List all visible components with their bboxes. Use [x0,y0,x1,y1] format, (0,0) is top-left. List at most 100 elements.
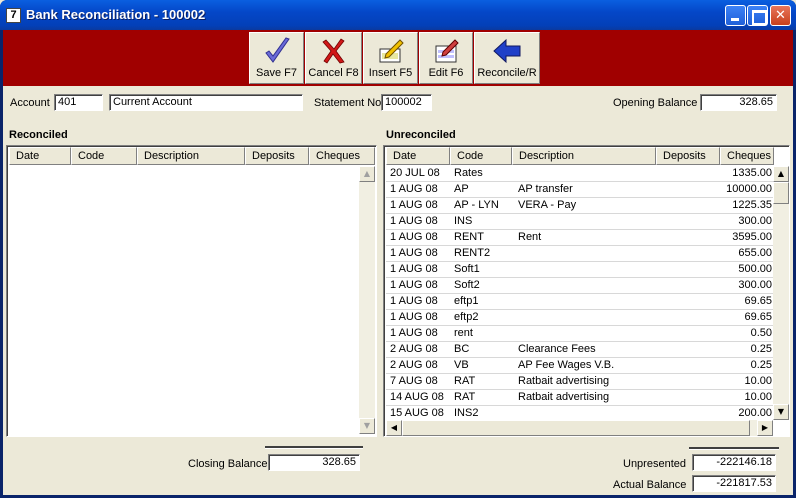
opening-balance-field[interactable]: 328.65 [700,94,777,111]
unreconciled-scroll-down-button[interactable]: ▼ [773,404,789,420]
reconcile-button[interactable]: Reconcile/R [474,32,540,84]
cell-code: RENT [454,231,484,243]
table-row[interactable]: 2 AUG 08 VB AP Fee Wages V.B. 0.25 [386,358,773,374]
cell-cheques: 69.65 [744,295,772,307]
minimize-button[interactable] [725,5,746,26]
unreconciled-grid[interactable]: Date Code Description Deposits Cheques 2… [383,145,790,437]
cell-code: RAT [454,391,476,403]
table-row[interactable]: 1 AUG 08 INS 300.00 [386,214,773,230]
table-row[interactable]: 1 AUG 08 AP - LYN VERA - Pay 1225.35 [386,198,773,214]
table-row[interactable]: 7 AUG 08 RAT Ratbait advertising 10.00 [386,374,773,390]
reconciled-header-description[interactable]: Description [137,147,245,165]
cell-cheques: 0.50 [750,327,772,339]
closing-balance-field[interactable]: 328.65 [268,454,360,471]
unreconciled-header-cheques[interactable]: Cheques [720,147,774,165]
reconciled-header-code[interactable]: Code [71,147,137,165]
reconciled-header-cheques[interactable]: Cheques [309,147,375,165]
unreconciled-hscrollbar[interactable]: ◀ ▶ [386,420,773,436]
cell-code: RENT2 [454,247,491,259]
cell-code: Soft1 [454,263,480,275]
cell-code: Soft2 [454,279,480,291]
close-button[interactable]: ✕ [770,5,791,26]
maximize-button[interactable] [747,5,768,26]
table-row[interactable]: 1 AUG 08 eftp2 69.65 [386,310,773,326]
unreconciled-header-date[interactable]: Date [386,147,450,165]
unreconciled-header-deposits[interactable]: Deposits [656,147,720,165]
edit-label: Edit F6 [428,67,464,79]
cancel-label: Cancel F8 [308,67,359,79]
insert-label: Insert F5 [368,67,413,79]
window-title: Bank Reconciliation - 100002 [26,7,206,22]
account-name-field[interactable]: Current Account [109,94,303,111]
unpresented-separator [689,447,779,450]
unreconciled-scroll-right-button[interactable]: ▶ [757,420,773,436]
cell-description: Clearance Fees [518,343,596,355]
insert-document-icon [379,39,404,63]
cancel-button[interactable]: Cancel F8 [305,32,362,84]
app-icon[interactable]: 7 [6,8,21,23]
reconciled-header-deposits[interactable]: Deposits [245,147,309,165]
red-x-icon [321,38,345,64]
toolbar: Save F7 Cancel F8 Insert F5 Edit F6 Reco… [3,30,793,86]
reconciled-grid[interactable]: Date Code Description Deposits Cheques ▲… [6,145,377,437]
table-row[interactable]: 1 AUG 08 Soft1 500.00 [386,262,773,278]
cell-code: rent [454,327,473,339]
cell-date: 15 AUG 08 [390,407,444,419]
cell-cheques: 10.00 [744,375,772,387]
reconciled-header-date[interactable]: Date [9,147,71,165]
account-code-field[interactable]: 401 [54,94,103,111]
cell-cheques: 1225.35 [732,199,772,211]
cell-code: VB [454,359,469,371]
close-icon: ✕ [775,8,786,23]
cell-cheques: 10.00 [744,391,772,403]
cell-code: RAT [454,375,476,387]
cell-code: AP [454,183,469,195]
reconciled-scroll-down-button[interactable]: ▼ [359,418,375,434]
unpresented-field[interactable]: -222146.18 [692,454,776,471]
reconciled-scroll-up-button[interactable]: ▲ [359,166,375,182]
unreconciled-header-code[interactable]: Code [450,147,512,165]
cell-cheques: 0.25 [750,343,772,355]
cell-description: VERA - Pay [518,199,577,211]
cell-cheques: 69.65 [744,311,772,323]
table-row[interactable]: 1 AUG 08 eftp1 69.65 [386,294,773,310]
cell-date: 7 AUG 08 [390,375,438,387]
cell-date: 1 AUG 08 [390,295,438,307]
cell-code: AP - LYN [454,199,499,211]
table-row[interactable]: 1 AUG 08 AP AP transfer 10000.00 [386,182,773,198]
cell-date: 1 AUG 08 [390,231,438,243]
table-row[interactable]: 1 AUG 08 RENT Rent 3595.00 [386,230,773,246]
statement-no-field[interactable]: 100002 [381,94,432,111]
unreconciled-vscrollbar[interactable]: ▲ ▼ [773,166,789,420]
unreconciled-header-description[interactable]: Description [512,147,656,165]
cell-code: eftp2 [454,311,479,323]
cell-date: 20 JUL 08 [390,167,440,179]
cell-date: 1 AUG 08 [390,279,438,291]
table-row[interactable]: 1 AUG 08 rent 0.50 [386,326,773,342]
title-bar[interactable]: 7 Bank Reconciliation - 100002 ✕ [0,0,796,30]
closing-balance-label: Closing Balance [188,458,268,470]
unreconciled-hscroll-thumb[interactable] [402,420,750,436]
unreconciled-scroll-up-button[interactable]: ▲ [773,166,789,182]
reconciled-vscrollbar[interactable]: ▲ ▼ [359,166,375,434]
save-button[interactable]: Save F7 [249,32,304,84]
table-row[interactable]: 20 JUL 08 Rates 1335.00 [386,166,773,182]
table-row[interactable]: 14 AUG 08 RAT Ratbait advertising 10.00 [386,390,773,406]
table-row[interactable]: 1 AUG 08 Soft2 300.00 [386,278,773,294]
closing-balance-separator [265,446,363,449]
cell-code: eftp1 [454,295,479,307]
insert-button[interactable]: Insert F5 [363,32,418,84]
minimize-icon [726,6,745,25]
cell-date: 2 AUG 08 [390,359,438,371]
table-row[interactable]: 1 AUG 08 RENT2 655.00 [386,246,773,262]
edit-button[interactable]: Edit F6 [419,32,473,84]
unreconciled-scroll-left-button[interactable]: ◀ [386,420,402,436]
cell-cheques: 655.00 [738,247,772,259]
actual-balance-field[interactable]: -221817.53 [692,475,776,492]
save-label: Save F7 [256,67,297,79]
client-area: Save F7 Cancel F8 Insert F5 Edit F6 Reco… [3,30,793,495]
unreconciled-vscroll-thumb[interactable] [773,182,789,204]
cell-description: AP Fee Wages V.B. [518,359,615,371]
cell-description: Ratbait advertising [518,391,610,403]
table-row[interactable]: 2 AUG 08 BC Clearance Fees 0.25 [386,342,773,358]
